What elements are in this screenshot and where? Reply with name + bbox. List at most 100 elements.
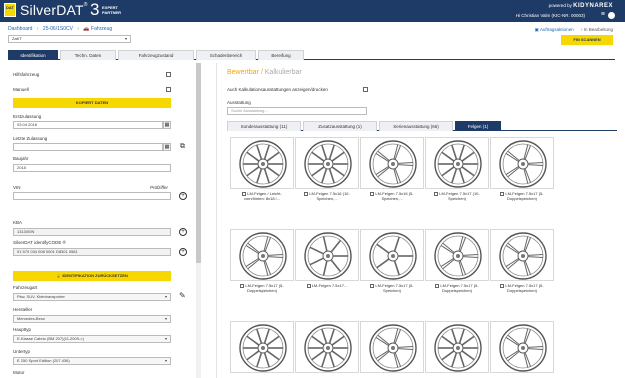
car-icon: 🚗 <box>83 26 90 32</box>
wheel-rim-icon <box>369 140 417 188</box>
breadcrumb-dashboard[interactable]: Dashboard <box>8 26 32 32</box>
wheel-image[interactable] <box>295 137 359 189</box>
left-scrollbar-thumb[interactable] <box>196 63 201 263</box>
letzte-zulassung-field[interactable] <box>13 143 163 151</box>
tab-serienausstattung[interactable]: Serienausstattung (66) <box>379 121 453 131</box>
menu-icon[interactable]: ≡ <box>601 11 605 18</box>
wheel-checkbox[interactable] <box>242 191 247 196</box>
hersteller-select[interactable]: Mercedes-Benz <box>13 315 171 323</box>
wheel-checkbox[interactable] <box>500 283 505 288</box>
tab-schadenbereich[interactable]: Schadenbereich <box>196 50 256 60</box>
silverdat-code-field[interactable]: 01 570 034 008 0001 D8301 0581 <box>13 248 171 256</box>
wheel-checkbox[interactable] <box>370 191 375 196</box>
fahrzeugart-select[interactable]: Pkw, SUV, Kleintransporter <box>13 293 171 301</box>
wheel-checkbox[interactable] <box>240 283 245 288</box>
wheel-image[interactable] <box>425 137 489 189</box>
wheel-caption: LM-Felgen 7.5x17 (5- Doppelspeichen) <box>425 283 489 293</box>
silverdat-code-label: SilverDAT identifyCODE ® <box>13 240 66 245</box>
show-calc-equipment-checkbox[interactable] <box>363 87 368 92</box>
wheel-image[interactable] <box>230 321 294 373</box>
breadcrumb-order[interactable]: 25-06/1S0CV <box>43 26 73 32</box>
hilfsfahrzeug-label: Hilfsfahrzeug <box>13 72 40 77</box>
tab-felgen[interactable]: Felgen (1) <box>455 121 501 131</box>
wheel-rim-icon <box>369 232 417 280</box>
breadcrumb: Dashboard › 25-06/1S0CV › 🚗 Fahrzeug <box>8 26 113 32</box>
pruefziffer-label: Prüfziffer <box>150 185 169 190</box>
kba-field[interactable]: 1313/00N <box>13 228 171 236</box>
wheel-image[interactable] <box>295 321 359 373</box>
tab-fahrzeugzustand[interactable]: Fahrzeugzustand <box>118 50 194 60</box>
tab-identifikation[interactable]: Identifikation <box>8 50 58 60</box>
wheel-checkbox[interactable] <box>370 283 375 288</box>
lock-icon: 🔒 <box>56 273 62 278</box>
wheel-image[interactable] <box>230 229 294 281</box>
wheel-image[interactable] <box>360 137 424 189</box>
wheel-checkbox[interactable] <box>306 283 311 288</box>
edit-pencil-icon[interactable]: ✎ <box>179 291 186 300</box>
wheel-caption: LM-Felgen 7.5x17 (10- Speichen) <box>425 191 489 201</box>
untertyp-select[interactable]: E 250 Sport Edition (207.436) <box>13 357 171 365</box>
wheel-label: LM-Felgen 7.5x17... <box>311 283 348 288</box>
tab-zusatzausstattung[interactable]: Zusatzausstattung (1) <box>303 121 377 131</box>
wheel-caption: LM-Felgen / Leicht-vorn/hinten: 8x18 /..… <box>230 191 294 201</box>
wheel-checkbox[interactable] <box>304 191 309 196</box>
wheel-rim-icon <box>499 324 547 372</box>
wheel-image[interactable] <box>230 137 294 189</box>
vin-field[interactable] <box>13 192 171 200</box>
wheel-image[interactable] <box>490 321 554 373</box>
wheel-rim-icon <box>434 140 482 188</box>
wheel-checkbox[interactable] <box>500 191 505 196</box>
vin-label: VIN <box>13 185 21 190</box>
breadcrumb-vehicle[interactable]: Fahrzeug <box>91 26 112 32</box>
wheel-rim-icon <box>239 324 287 372</box>
wheel-image[interactable] <box>295 229 359 281</box>
copy-icon[interactable]: ⧉ <box>180 143 185 151</box>
silverdat-add-icon[interactable]: + <box>179 248 187 256</box>
reset-identification-button[interactable]: 🔒 IDENTIFIKATION ZURÜCKSETZEN <box>13 271 171 281</box>
context-select[interactable]: ZaKT <box>8 35 131 43</box>
erstzulassung-field[interactable]: 03.04.2018 <box>13 121 163 129</box>
wheel-checkbox[interactable] <box>434 191 439 196</box>
manuell-checkbox[interactable] <box>166 87 171 92</box>
wheel-rim-icon <box>499 232 547 280</box>
calendar-icon[interactable]: ▦ <box>163 121 171 129</box>
calendar-icon[interactable]: ▦ <box>163 143 171 151</box>
title-kalkulierbar[interactable]: Kalkulierbar <box>265 69 302 76</box>
main-tabs: Identifikation Techn. Daten Fahrzeugzust… <box>8 50 615 60</box>
letzte-zulassung-label: Letzte Zulassung <box>13 136 48 141</box>
left-scrollbar[interactable] <box>196 63 201 378</box>
order-actions-link[interactable]: ▣ Auftragsaktionen <box>535 27 574 32</box>
wheel-image[interactable] <box>490 229 554 281</box>
baujahr-label: Baujahr <box>13 156 29 161</box>
equipment-title: Bewertbar / Kalkulierbar <box>227 69 302 76</box>
title-bewertbar[interactable]: Bewertbar <box>227 69 259 76</box>
wheel-image[interactable] <box>425 321 489 373</box>
tab-sonderausstattung[interactable]: Sonderausstattung (11) <box>227 121 301 131</box>
tab-techn-daten[interactable]: Techn. Daten <box>60 50 116 60</box>
wheel-image[interactable] <box>360 321 424 373</box>
equipment-search-input[interactable]: Suche Ausstattung... <box>227 107 367 115</box>
wheel-checkbox[interactable] <box>435 283 440 288</box>
wheel-caption: LM-Felgen 7.5x17 (5- Doppelspeichen) <box>230 283 294 293</box>
wheel-label-detail: Doppelspeichen) <box>441 288 473 293</box>
kba-add-icon[interactable]: + <box>179 228 187 236</box>
tab-bereifung[interactable]: Bereifung <box>258 50 304 60</box>
baujahr-field[interactable]: 2018 <box>13 164 171 172</box>
wheel-image[interactable] <box>360 229 424 281</box>
expert-partner-label: EXPERT PARTNER <box>102 5 122 15</box>
user-avatar-icon[interactable] <box>608 12 615 19</box>
vin-search-plus-icon[interactable]: + <box>179 192 187 200</box>
wheel-label-detail: Doppelspeichen) <box>246 288 278 293</box>
wheel-image[interactable] <box>425 229 489 281</box>
scan-vin-button[interactable]: FIN SCANNEN <box>561 35 613 45</box>
wheel-image[interactable] <box>490 137 554 189</box>
copy-data-button[interactable]: KOPIERT DATEN <box>13 98 171 108</box>
user-greeting: Hi Christian Valm (KIC-NR. 00003) <box>515 13 585 18</box>
equipment-tabs: Sonderausstattung (11) Zusatzausstattung… <box>227 121 617 131</box>
wheel-caption: LM-Felgen 7.5x17 (5- Doppelspeichen) <box>490 191 554 201</box>
haupttyp-select[interactable]: E-Klasse Cabrio (BM 207)(11.2009->) <box>13 335 171 343</box>
hilfsfahrzeug-checkbox[interactable] <box>166 72 171 77</box>
motor-label: Motor <box>13 370 25 375</box>
wheel-rim-icon <box>239 232 287 280</box>
powered-by: powered by KIDYNAREX <box>548 3 613 9</box>
